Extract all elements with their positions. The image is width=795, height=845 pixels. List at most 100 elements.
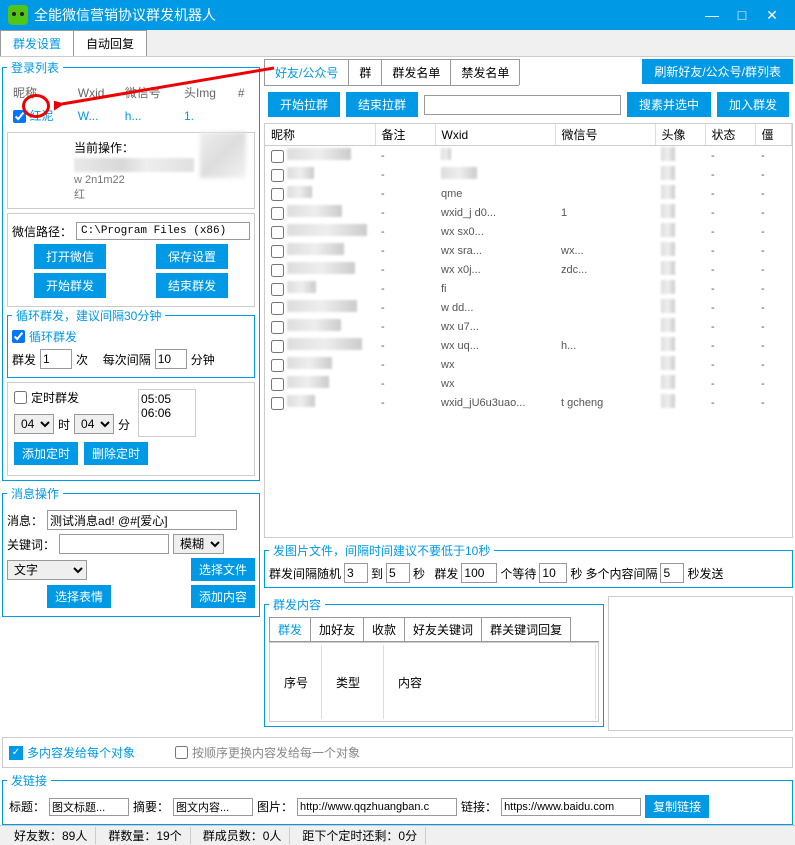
row-checkbox[interactable]: [271, 397, 284, 410]
friends-table-container[interactable]: 昵称 备注 Wxid 微信号 头像 状态 僵 - -- - -- - qme -…: [264, 123, 793, 538]
table-row[interactable]: - qme --: [265, 184, 792, 203]
timer-min-select[interactable]: 04: [74, 414, 114, 434]
search-select-button[interactable]: 搜素并选中: [627, 92, 711, 117]
tab-groups[interactable]: 群: [348, 59, 382, 85]
close-button[interactable]: ✕: [757, 5, 787, 25]
start-send-button[interactable]: 开始群发: [34, 273, 106, 298]
timer-checkbox[interactable]: [14, 391, 27, 404]
path-label: 微信路径：: [12, 223, 72, 240]
join-send-button[interactable]: 加入群发: [717, 92, 789, 117]
tab-send-list[interactable]: 群发名单: [381, 59, 451, 85]
tab-group-kw[interactable]: 群关键词回复: [481, 617, 571, 641]
table-row[interactable]: - fi --: [265, 279, 792, 298]
row-checkbox[interactable]: [271, 378, 284, 391]
tab-group-settings[interactable]: 群发设置: [0, 30, 74, 56]
row-checkbox[interactable]: [271, 302, 284, 315]
interval-max-input[interactable]: [386, 563, 410, 583]
row-checkbox[interactable]: [271, 340, 284, 353]
start-pull-button[interactable]: 开始拉群: [268, 92, 340, 117]
app-title: 全能微信营销协议群发机器人: [34, 5, 697, 25]
multi-opt2[interactable]: 按顺序更换内容发给每一个对象: [175, 744, 360, 761]
end-send-button[interactable]: 结束群发: [156, 273, 228, 298]
loop-send-group: 循环群发，建议间隔30分钟 循环群发 群发 次 每次间隔 分钟: [7, 307, 255, 378]
status-timer: 距下个定时还剩：0分: [294, 827, 426, 844]
row-checkbox[interactable]: [271, 188, 284, 201]
table-row[interactable]: - wx sx0... --: [265, 222, 792, 241]
select-file-button[interactable]: 选择文件: [191, 558, 255, 581]
multi-send-options: ✓多内容发给每个对象 按顺序更换内容发给每一个对象: [2, 737, 793, 768]
minimize-button[interactable]: —: [697, 5, 727, 25]
loop-checkbox[interactable]: [12, 330, 25, 343]
tab-ban-list[interactable]: 禁发名单: [450, 59, 520, 85]
col-wxno: 微信号: [121, 82, 178, 103]
add-timer-button[interactable]: 添加定时: [14, 442, 78, 465]
open-wechat-button[interactable]: 打开微信: [34, 244, 106, 269]
row-checkbox[interactable]: [271, 264, 284, 277]
tab-send[interactable]: 群发: [269, 617, 311, 641]
link-summary-input[interactable]: [173, 798, 253, 816]
login-list-legend: 登录列表: [7, 59, 63, 76]
refresh-button[interactable]: 刷新好友/公众号/群列表: [642, 59, 793, 84]
batch-count-input[interactable]: [461, 563, 497, 583]
multi-opt1[interactable]: ✓多内容发给每个对象: [9, 744, 135, 761]
avatar-blur: [200, 132, 246, 178]
tab-friend-kw[interactable]: 好友关键词: [404, 617, 482, 641]
del-timer-button[interactable]: 删除定时: [84, 442, 148, 465]
tab-auto-reply[interactable]: 自动回复: [73, 30, 147, 56]
table-row[interactable]: - --: [265, 165, 792, 184]
copy-link-button[interactable]: 复制链接: [645, 795, 709, 818]
tab-add-friend[interactable]: 加好友: [310, 617, 364, 641]
table-row[interactable]: - wxid_jU6u3uao... t gcheng --: [265, 393, 792, 412]
table-row[interactable]: - wx --: [265, 374, 792, 393]
keyword-mode-select[interactable]: 模糊: [173, 534, 224, 554]
msg-ops-group: 消息操作 消息： 关键词： 模糊 文字 选择文件 选择表情 添加内容: [2, 485, 260, 617]
link-title-input[interactable]: [49, 798, 129, 816]
interval-min-input[interactable]: [344, 563, 368, 583]
batch-wait-input[interactable]: [539, 563, 567, 583]
table-row[interactable]: - --: [265, 146, 792, 166]
end-pull-button[interactable]: 结束拉群: [346, 92, 418, 117]
table-row[interactable]: - wx sra... wx... --: [265, 241, 792, 260]
login-row-checkbox[interactable]: [13, 110, 26, 123]
timer-hour-select[interactable]: 04: [14, 414, 54, 434]
status-friends: 好友数：89人: [6, 827, 96, 844]
row-checkbox[interactable]: [271, 245, 284, 258]
link-pic-input[interactable]: [297, 798, 457, 816]
maximize-button[interactable]: □: [727, 5, 757, 25]
row-checkbox[interactable]: [271, 169, 284, 182]
save-config-button[interactable]: 保存设置: [156, 244, 228, 269]
msg-type-select[interactable]: 文字: [7, 560, 87, 580]
table-row[interactable]: - wx x0j... zdc... --: [265, 260, 792, 279]
select-emoji-button[interactable]: 选择表情: [47, 585, 111, 608]
link-url-input[interactable]: [501, 798, 641, 816]
app-icon: [8, 5, 28, 25]
path-input[interactable]: [76, 222, 250, 240]
row-checkbox[interactable]: [271, 359, 284, 372]
msg-input[interactable]: [47, 510, 237, 530]
row-checkbox[interactable]: [271, 150, 284, 163]
content-gap-input[interactable]: [660, 563, 684, 583]
table-row[interactable]: - wx u7... --: [265, 317, 792, 336]
main-tabstrip: 群发设置 自动回复: [0, 30, 795, 57]
row-checkbox[interactable]: [271, 283, 284, 296]
add-content-button[interactable]: 添加内容: [191, 585, 255, 608]
login-row[interactable]: 红泥 W... h... 1.: [9, 105, 253, 126]
search-input[interactable]: [424, 95, 621, 115]
keyword-input[interactable]: [59, 534, 169, 554]
table-row[interactable]: - wxid_j d0... 1 --: [265, 203, 792, 222]
table-row[interactable]: - wx uq... h... --: [265, 336, 792, 355]
row-checkbox[interactable]: [271, 321, 284, 334]
timer-list[interactable]: 05:05 06:06: [138, 389, 196, 437]
row-checkbox[interactable]: [271, 226, 284, 239]
tab-friends[interactable]: 好友/公众号: [264, 59, 349, 85]
loop-interval-input[interactable]: [155, 349, 187, 369]
table-row[interactable]: - wx --: [265, 355, 792, 374]
send-content-group: 群发内容 群发 加好友 收款 好友关键词 群关键词回复 序号 类型 内容: [264, 596, 604, 727]
col-hash: #: [234, 82, 253, 103]
tab-collect[interactable]: 收款: [363, 617, 405, 641]
pic-send-group: 发图片文件，间隔时间建议不要低于10秒 群发间隔随机 到 秒 群发 个等待 秒 …: [264, 542, 793, 588]
table-row[interactable]: - w dd... --: [265, 298, 792, 317]
row-checkbox[interactable]: [271, 207, 284, 220]
col-wxid: Wxid: [74, 82, 119, 103]
loop-count-input[interactable]: [40, 349, 72, 369]
